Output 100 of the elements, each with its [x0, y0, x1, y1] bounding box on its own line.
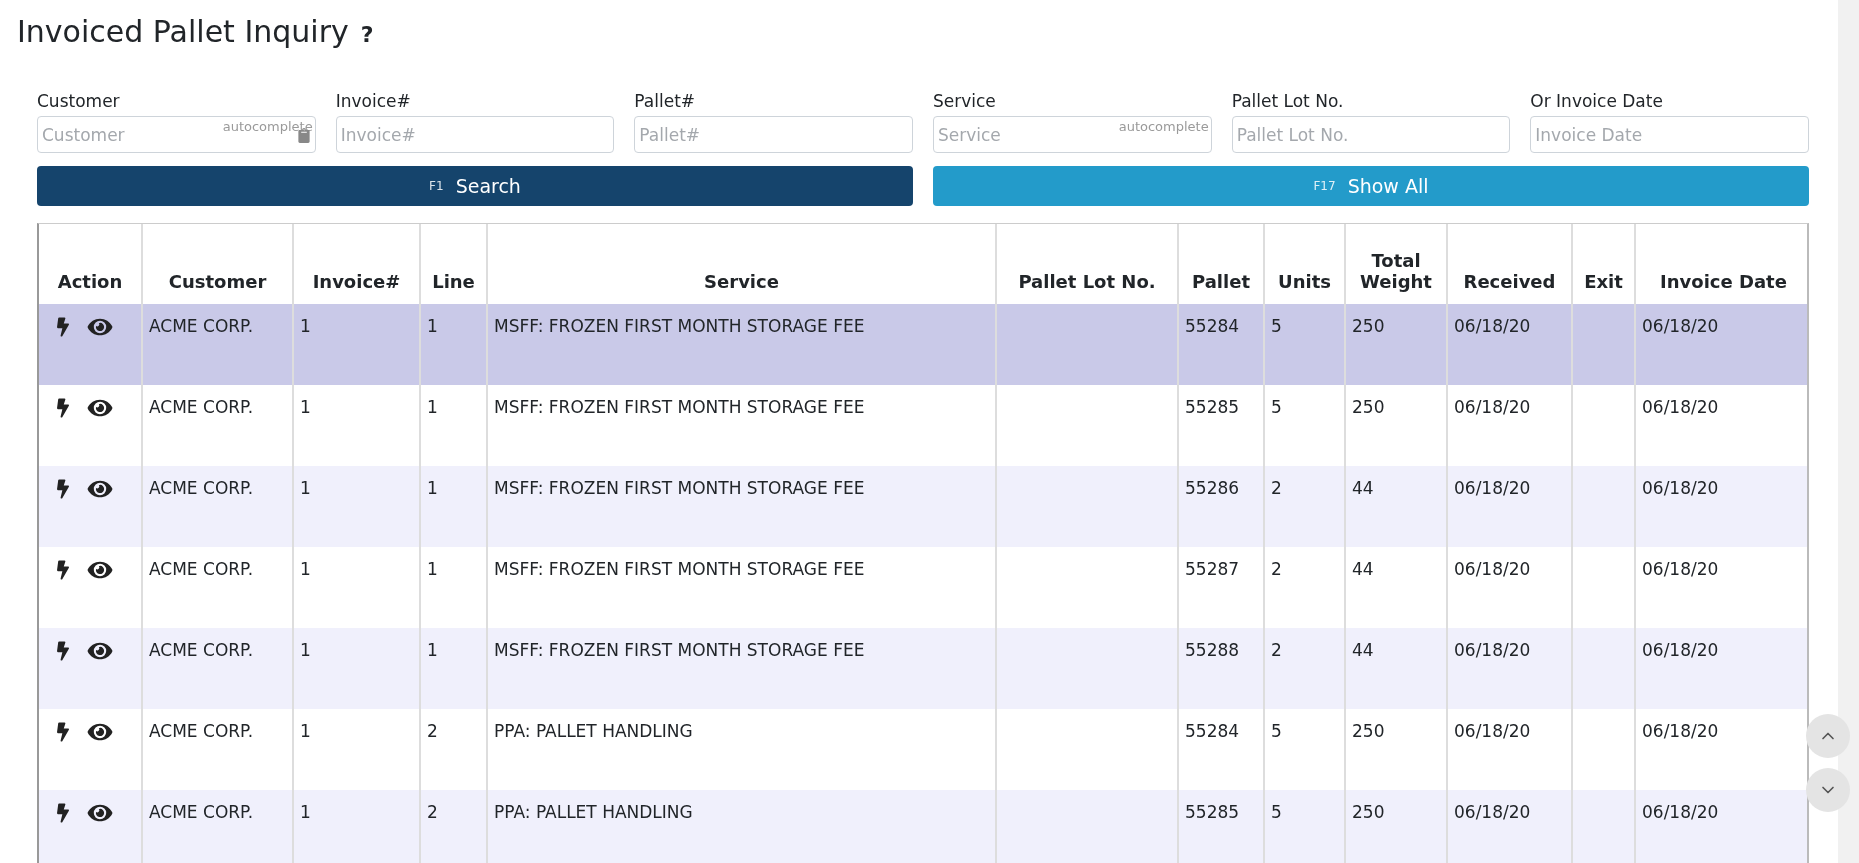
table-cell: 2: [420, 709, 487, 790]
table-cell: ACME CORP.: [142, 790, 293, 863]
input-field[interactable]: Pallet#: [634, 116, 913, 153]
action-cell[interactable]: [39, 385, 142, 466]
eye-icon[interactable]: [87, 397, 113, 419]
table-cell: 44: [1345, 628, 1447, 709]
table-cell: 1: [293, 790, 420, 863]
table-cell: 1: [420, 304, 487, 385]
table-cell: 55285: [1178, 790, 1264, 863]
bolt-icon[interactable]: [57, 559, 69, 581]
action-cell[interactable]: [39, 790, 142, 863]
table-cell: 55284: [1178, 304, 1264, 385]
table-cell: 2: [420, 790, 487, 863]
table-cell: MSFF: FROZEN FIRST MONTH STORAGE FEE: [487, 628, 996, 709]
table-cell: ACME CORP.: [142, 466, 293, 547]
input-field[interactable]: Pallet Lot No.: [1231, 116, 1511, 153]
table-cell: 250: [1345, 304, 1447, 385]
eye-icon[interactable]: [87, 559, 113, 581]
eye-icon[interactable]: [87, 802, 113, 824]
table-cell: 250: [1345, 790, 1447, 863]
table-cell: 1: [293, 709, 420, 790]
table-cell: 1: [420, 628, 487, 709]
field-label: Invoice#: [335, 90, 412, 112]
action-cell[interactable]: [39, 304, 142, 385]
table-cell: 06/18/20: [1447, 466, 1572, 547]
table-cell: ACME CORP.: [142, 547, 293, 628]
action-button[interactable]: F1 Search: [37, 166, 913, 206]
input-field[interactable]: Invoice Date: [1530, 116, 1809, 153]
input-field[interactable]: Invoice#: [335, 116, 615, 153]
table-cell: 1: [293, 466, 420, 547]
table-cell: 06/18/20: [1635, 628, 1807, 709]
table-cell: 06/18/20: [1635, 304, 1807, 385]
table-cell: MSFF: FROZEN FIRST MONTH STORAGE FEE: [487, 547, 996, 628]
field-label: Customer: [37, 90, 121, 112]
bolt-icon[interactable]: [57, 802, 69, 824]
eye-icon[interactable]: [87, 640, 113, 662]
table-cell: MSFF: FROZEN FIRST MONTH STORAGE FEE: [487, 466, 996, 547]
table-cell: 250: [1345, 385, 1447, 466]
table-cell: 06/18/20: [1635, 709, 1807, 790]
action-cell[interactable]: [39, 709, 142, 790]
autocomplete-hint: autocomplete: [1118, 119, 1209, 134]
page-title: Invoiced Pallet Inquiry: [17, 14, 349, 49]
table-cell: 1: [420, 385, 487, 466]
table-cell: 5: [1264, 790, 1345, 863]
table-cell: 06/18/20: [1447, 790, 1572, 863]
bolt-icon[interactable]: [57, 721, 69, 743]
table-cell: MSFF: FROZEN FIRST MONTH STORAGE FEE: [487, 385, 996, 466]
bolt-icon[interactable]: [57, 397, 69, 419]
table-cell: 06/18/20: [1635, 790, 1807, 863]
table-cell: 2: [1264, 628, 1345, 709]
table-cell: 44: [1345, 547, 1447, 628]
table-cell: 55286: [1178, 466, 1264, 547]
field-label: Pallet#: [634, 90, 697, 112]
table-cell: 06/18/20: [1447, 709, 1572, 790]
table-cell: 55284: [1178, 709, 1264, 790]
eye-icon[interactable]: [87, 478, 113, 500]
eye-icon[interactable]: [87, 721, 113, 743]
table-cell: 55287: [1178, 547, 1264, 628]
autocomplete-hint: autocomplete: [222, 119, 313, 134]
table-cell: 06/18/20: [1635, 466, 1807, 547]
table-cell: 5: [1264, 385, 1345, 466]
eye-icon[interactable]: [87, 316, 113, 338]
table-cell: 06/18/20: [1635, 547, 1807, 628]
table-cell: 55285: [1178, 385, 1264, 466]
bolt-icon[interactable]: [57, 478, 69, 500]
table-cell: 06/18/20: [1635, 385, 1807, 466]
bolt-icon[interactable]: [57, 640, 69, 662]
table-cell: 06/18/20: [1447, 304, 1572, 385]
table-cell: ACME CORP.: [142, 628, 293, 709]
table-cell: PPA: PALLET HANDLING: [487, 790, 996, 863]
table-cell: 1: [420, 547, 487, 628]
table-cell: ACME CORP.: [142, 709, 293, 790]
action-cell[interactable]: [39, 466, 142, 547]
table-cell: 1: [293, 304, 420, 385]
table-cell: 44: [1345, 466, 1447, 547]
action-cell[interactable]: [39, 628, 142, 709]
table-cell: 1: [293, 385, 420, 466]
field-label: Pallet Lot No.: [1231, 90, 1345, 112]
table-cell: PPA: PALLET HANDLING: [487, 709, 996, 790]
table-cell: 250: [1345, 709, 1447, 790]
table-cell: 06/18/20: [1447, 385, 1572, 466]
table-cell: 2: [1264, 547, 1345, 628]
table-cell: 2: [1264, 466, 1345, 547]
action-cell[interactable]: [39, 547, 142, 628]
help-link[interactable]: ?: [360, 22, 374, 47]
table-cell: MSFF: FROZEN FIRST MONTH STORAGE FEE: [487, 304, 996, 385]
bolt-icon[interactable]: [57, 316, 69, 338]
field-label: Or Invoice Date: [1530, 90, 1664, 112]
table-cell: 1: [420, 466, 487, 547]
scrollbar[interactable]: [1838, 0, 1859, 863]
field-label: Service: [933, 90, 997, 112]
table-cell: ACME CORP.: [142, 304, 293, 385]
table-cell: 1: [293, 547, 420, 628]
table-cell: ACME CORP.: [142, 385, 293, 466]
column-header: Action: [39, 224, 142, 304]
table-cell: 1: [293, 628, 420, 709]
table-cell: 06/18/20: [1447, 628, 1572, 709]
table-cell: 06/18/20: [1447, 547, 1572, 628]
table-cell: 55288: [1178, 628, 1264, 709]
table-cell: 5: [1264, 304, 1345, 385]
